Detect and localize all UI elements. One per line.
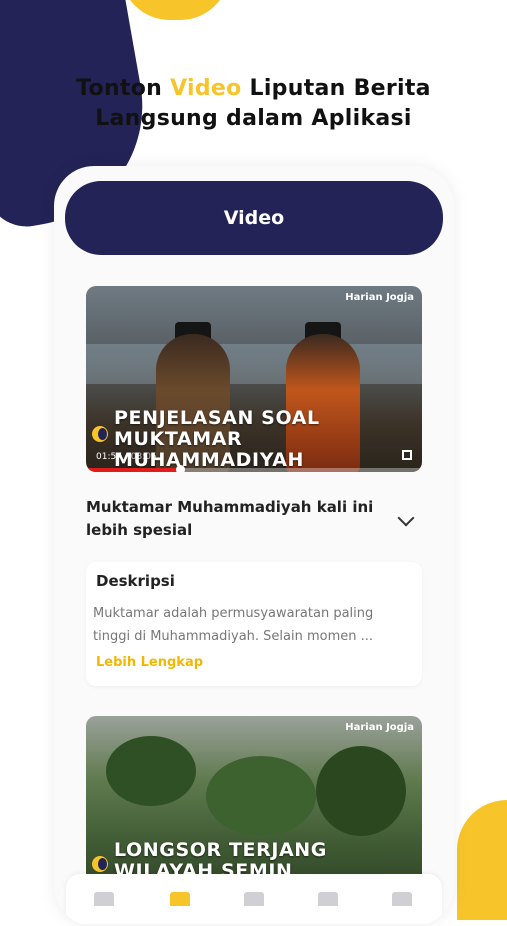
decorative-yellow-blob-right: [457, 800, 507, 920]
brand-watermark: Harian Jogja: [345, 722, 414, 733]
app-header: Video: [65, 181, 443, 255]
promo-headline: Tonton Video Liputan Berita Langsung dal…: [0, 74, 507, 134]
headline-part1: Tonton: [76, 76, 171, 101]
headline-line2: Langsung dalam Aplikasi: [95, 106, 412, 131]
brand-watermark: Harian Jogja: [345, 292, 414, 303]
video-scene: [316, 746, 406, 836]
bookmark-icon[interactable]: [318, 892, 338, 906]
headline-accent: Video: [170, 76, 242, 101]
video-player[interactable]: Harian Jogja PENJELASAN SOAL MUKTAMAR MU…: [86, 286, 422, 472]
profile-icon[interactable]: [392, 892, 412, 906]
scrubber-handle[interactable]: [176, 465, 186, 472]
read-more-link[interactable]: Lebih Lengkap: [96, 655, 203, 670]
duration: 03:05: [130, 452, 157, 462]
video-background: [86, 344, 422, 384]
decorative-yellow-blob: [120, 0, 230, 20]
category-icon[interactable]: [244, 892, 264, 906]
logo-icon: [92, 856, 108, 872]
video-title-line1: PENJELASAN SOAL: [114, 407, 320, 429]
time-readout: 01:57 / 03:05: [96, 452, 157, 462]
description-heading: Deskripsi: [96, 572, 175, 590]
phone-mockup: Video Harian Jogja PENJELASAN SOAL MUKTA…: [54, 166, 454, 926]
home-icon[interactable]: [94, 892, 114, 906]
video-title-overlay: PENJELASAN SOAL MUKTAMAR MUHAMMADIYAH: [114, 408, 422, 471]
headline-part2: Liputan Berita: [241, 76, 431, 101]
time-separator: /: [124, 452, 128, 462]
bottom-tab-bar: [66, 874, 442, 924]
video-title-line1: LONGSOR TERJANG: [114, 839, 327, 861]
progress-bar[interactable]: [86, 465, 422, 472]
progress-fill: [86, 468, 181, 472]
fullscreen-icon[interactable]: [402, 450, 412, 460]
video-scene: [106, 736, 196, 806]
description-card: Deskripsi Muktamar adalah permusyawarata…: [86, 562, 422, 686]
current-time: 01:57: [96, 452, 122, 462]
page-title: Video: [223, 207, 285, 229]
video-icon[interactable]: [170, 892, 190, 906]
description-text: Muktamar adalah permusyawaratan paling t…: [93, 606, 374, 644]
chevron-down-icon[interactable]: [397, 509, 415, 527]
video-scene: [206, 756, 316, 836]
logo-icon: [92, 426, 108, 442]
video-title-line2: MUKTAMAR MUHAMMADIYAH: [114, 428, 305, 471]
article-title: Muktamar Muhammadiyah kali ini lebih spe…: [86, 498, 374, 539]
